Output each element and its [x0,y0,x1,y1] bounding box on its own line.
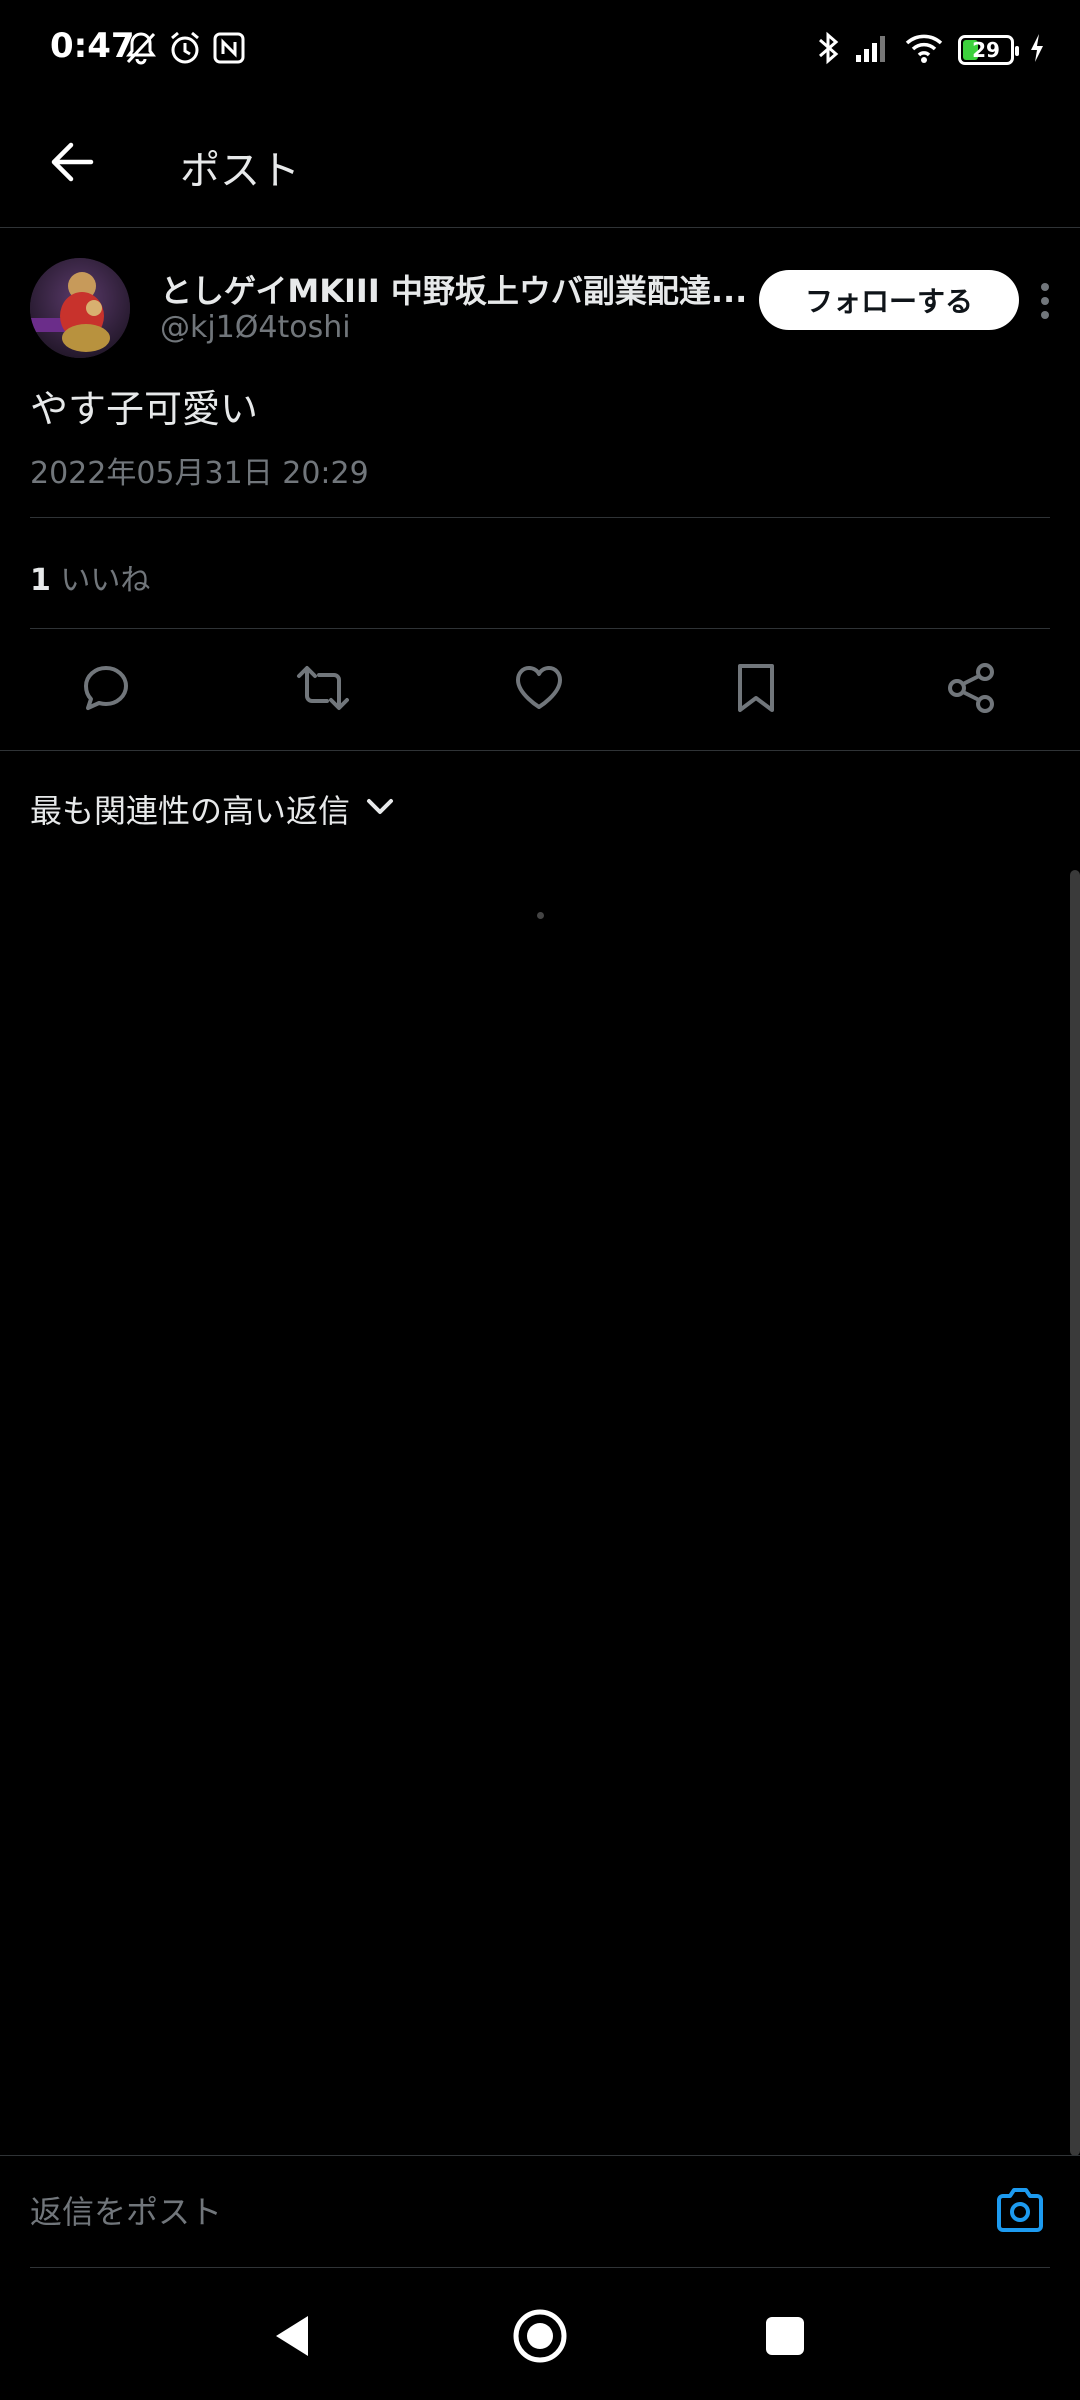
post-actions [0,640,1080,740]
status-time: 0:47 [50,26,135,66]
nfc-icon [212,30,246,70]
user-name[interactable]: としゲイMKIII 中野坂上ウバ副業配達... [160,266,760,312]
likes-count: 1 [30,563,51,598]
reply-sort-label: 最も関連性の高い返信 [30,792,351,830]
loading-indicator [537,912,544,919]
share-button[interactable] [941,660,1001,720]
reply-composer [0,2155,1080,2268]
repost-icon [295,662,351,718]
square-recents-icon [763,2314,807,2362]
arrow-left-icon [49,139,95,189]
camera-button[interactable] [990,2184,1050,2240]
reply-icon [80,662,132,718]
post-author-row: としゲイMKIII 中野坂上ウバ副業配達... @kj1Ø4toshi フォロー… [30,258,1060,362]
nav-home-button[interactable] [510,2308,570,2368]
more-vertical-icon [1040,281,1050,325]
divider [30,628,1050,629]
bookmark-icon [734,662,778,718]
like-button[interactable] [509,660,569,720]
divider [30,517,1050,518]
mute-bell-icon [124,30,158,70]
reply-sort-selector[interactable]: 最も関連性の高い返信 [30,786,394,832]
alarm-icon [168,30,202,70]
charging-icon [1028,32,1046,68]
system-nav-bar [0,2268,1080,2400]
more-options-button[interactable] [1030,278,1060,328]
likes-label: いいね [60,563,151,598]
bluetooth-icon [816,30,840,70]
status-left-icons [124,30,246,70]
triangle-back-icon [270,2312,314,2364]
status-right-icons: 29 [816,30,1046,70]
camera-icon [994,2186,1046,2238]
post-timestamp: 2022年05月31日 20:29 [30,456,369,491]
page-title: ポスト [180,148,300,194]
nav-recents-button[interactable] [755,2308,815,2368]
back-button[interactable] [40,132,104,196]
battery-level: 29 [972,38,1000,62]
divider [0,750,1080,751]
avatar[interactable] [30,258,130,358]
likes-stat[interactable]: 1 いいね [30,555,150,599]
follow-button[interactable]: フォローする [759,270,1019,330]
wifi-icon [904,32,944,68]
battery-icon: 29 [958,35,1019,65]
user-handle[interactable]: @kj1Ø4toshi [160,310,351,345]
scrollbar[interactable] [1070,870,1080,2156]
share-icon [945,662,997,718]
repost-button[interactable] [293,660,353,720]
chevron-down-icon [366,797,394,821]
circle-home-icon [512,2308,568,2368]
signal-icon [854,33,890,67]
like-icon [513,663,565,717]
reply-input[interactable] [30,2184,930,2240]
reply-button[interactable] [76,660,136,720]
bookmark-button[interactable] [726,660,786,720]
top-bar: ポスト [0,100,1080,228]
nav-back-button[interactable] [262,2308,322,2368]
status-bar: 0:47 29 [0,0,1080,100]
post-text: やす子可愛い [30,387,259,431]
